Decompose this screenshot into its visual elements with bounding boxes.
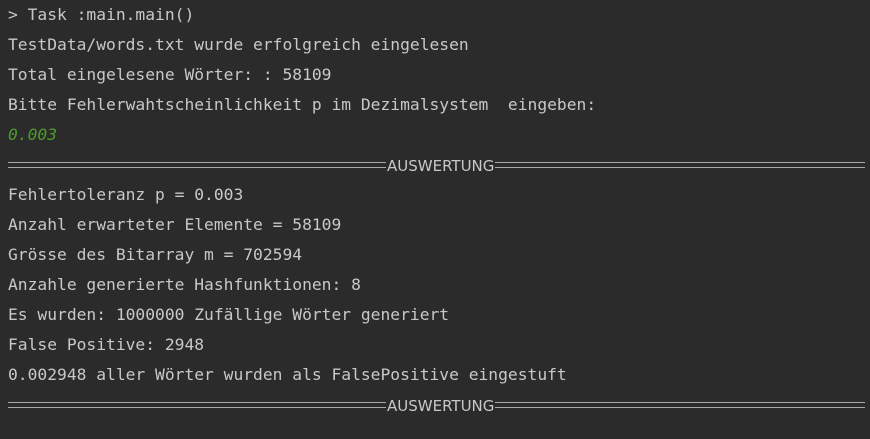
random-words-result: Es wurden: 1000000 Zufällige Wörter gene… [8, 305, 450, 324]
total-words-message: Total eingelesene Wörter: : 58109 [8, 65, 332, 84]
file-loaded-message: TestData/words.txt wurde erfolgreich ein… [8, 35, 469, 54]
false-positive-result: False Positive: 2948 [8, 335, 205, 354]
section-label: AUSWERTUNG [387, 156, 495, 175]
separator-bar [8, 401, 386, 408]
separator-top: AUSWERTUNG [8, 151, 870, 181]
separator-bar [8, 161, 386, 168]
separator-bar [495, 161, 866, 168]
expected-elements-result: Anzahl erwarteter Elemente = 58109 [8, 215, 342, 234]
hash-functions-result: Anzahle generierte Hashfunktionen: 8 [8, 275, 361, 294]
separator-bar [495, 401, 866, 408]
separator-bottom: AUSWERTUNG [8, 391, 870, 421]
bitarray-size-result: Grösse des Bitarray m = 702594 [8, 245, 303, 264]
probability-prompt: Bitte Fehlerwahtscheinlichkeit p im Dezi… [8, 95, 597, 114]
console-output[interactable]: > Task :main.main() TestData/words.txt w… [0, 0, 870, 439]
false-positive-rate-result: 0.002948 aller Wörter wurden als FalsePo… [8, 365, 567, 384]
task-line: > Task :main.main() [8, 5, 195, 24]
tolerance-result: Fehlertoleranz p = 0.003 [8, 185, 244, 204]
section-label: AUSWERTUNG [387, 396, 495, 415]
user-input-value: 0.003 [8, 125, 58, 144]
